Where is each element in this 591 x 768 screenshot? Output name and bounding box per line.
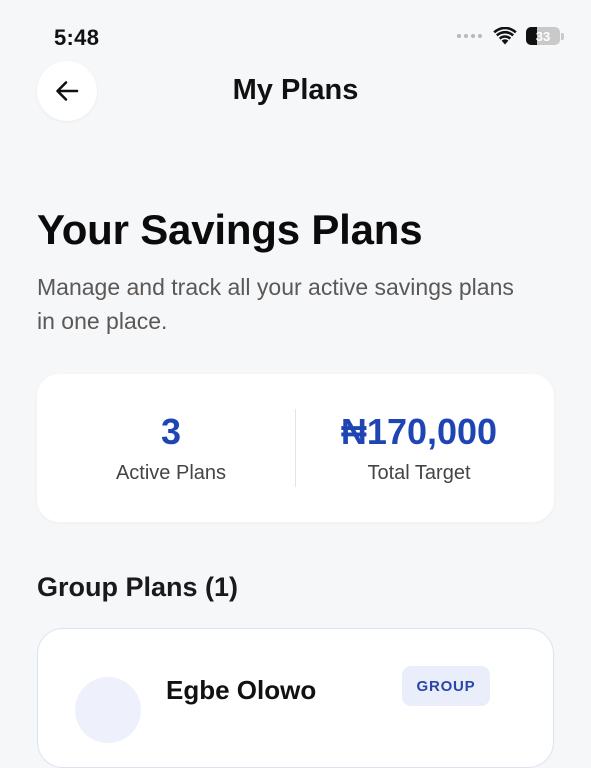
plans-summary-card: 3 Active Plans ₦170,000 Total Target — [37, 374, 554, 522]
wifi-icon — [493, 27, 517, 45]
total-target-label: Total Target — [367, 462, 471, 484]
active-plans-stat: 3 Active Plans — [37, 412, 305, 485]
status-time: 5:48 — [54, 25, 100, 50]
battery-level: 33 — [535, 28, 551, 44]
status-bar: 5:48 33 — [0, 0, 591, 60]
status-indicators: 33 — [457, 27, 564, 45]
plan-type-badge: GROUP — [402, 666, 490, 706]
group-plans-heading: Group Plans (1) — [37, 572, 239, 602]
active-plans-value: 3 — [160, 411, 182, 452]
total-target-stat: ₦170,000 Total Target — [295, 412, 543, 485]
savings-plans-heading: Your Savings Plans — [37, 206, 423, 253]
cellular-signal-icon — [457, 34, 482, 38]
active-plans-label: Active Plans — [115, 462, 227, 484]
group-plan-card[interactable]: Egbe Olowo GROUP — [37, 628, 554, 768]
battery-icon: 33 — [526, 27, 564, 45]
page-title: My Plans — [232, 74, 359, 106]
plan-avatar — [75, 677, 141, 743]
total-target-value: ₦170,000 — [340, 411, 498, 452]
savings-plans-subtitle: Manage and track all your active savings… — [37, 274, 514, 334]
